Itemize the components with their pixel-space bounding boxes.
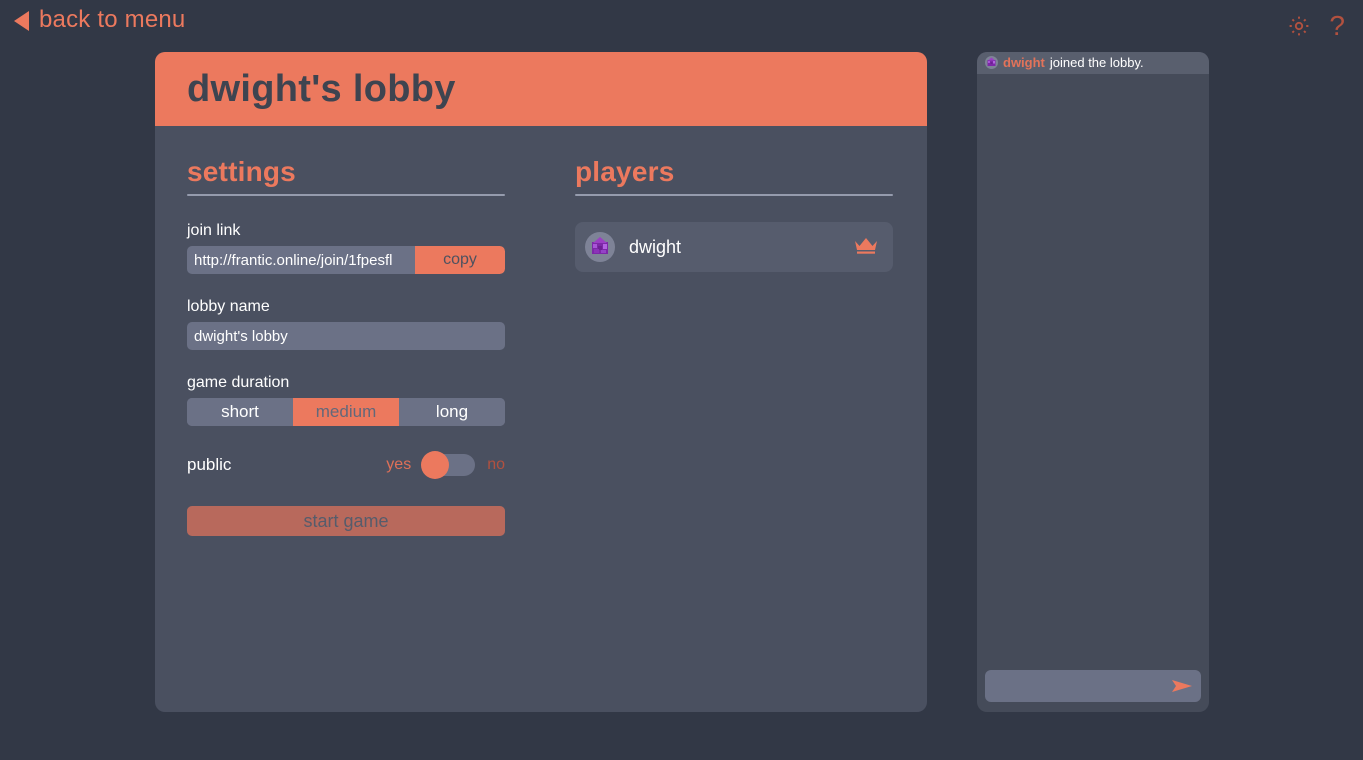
page-title: dwight's lobby [187,67,456,110]
players-divider [575,194,893,196]
back-to-menu-button[interactable]: back to menu [14,6,185,34]
chat-input[interactable] [993,678,1171,694]
chat-avatar [985,56,998,69]
top-bar: back to menu ? [0,0,1363,48]
lobby-card: dwight's lobby settings join link copy l… [155,52,927,712]
lobby-name-label: lobby name [187,298,270,315]
game-duration-field: game duration short medium long [187,374,505,426]
lobby-name-field: lobby name [187,298,505,350]
purple-crystal-avatar-icon [987,57,996,66]
lobby-body: settings join link copy lobby name game … [155,126,927,536]
public-toggle-row: public yes no [187,450,505,480]
chat-message: dwight joined the lobby. [977,52,1209,74]
top-bar-icons: ? [1287,12,1345,40]
join-link-label: join link [187,222,241,239]
join-link-row: copy [187,246,505,274]
game-duration-segmented-control: short medium long [187,398,505,426]
join-link-input[interactable] [187,246,415,274]
lobby-name-input[interactable] [187,322,505,350]
gear-icon[interactable] [1287,14,1311,38]
crown-icon [853,235,879,260]
help-icon-glyph: ? [1329,10,1345,41]
players-column: players dwight [575,156,893,536]
chat-panel: dwight joined the lobby. [977,52,1209,712]
player-name: dwight [629,236,682,257]
copy-button[interactable]: copy [415,246,505,274]
chat-message-text: joined the lobby. [1049,55,1144,70]
settings-column: settings join link copy lobby name game … [187,156,505,536]
duration-option-medium[interactable]: medium [293,398,399,426]
join-link-field: join link copy [187,222,505,274]
duration-option-long[interactable]: long [399,398,505,426]
public-label: public [187,455,232,474]
chat-message-list: dwight joined the lobby. [977,52,1209,670]
avatar [585,232,615,262]
chat-message-author: dwight [1003,55,1045,70]
settings-heading: settings [187,156,296,187]
left-triangle-icon [14,11,29,31]
purple-crystal-avatar-icon [592,237,608,254]
back-to-menu-label: back to menu [39,6,186,33]
list-item[interactable]: dwight [575,222,893,272]
players-heading: players [575,156,675,187]
duration-option-short[interactable]: short [187,398,293,426]
public-yes-label: yes [386,456,412,473]
game-duration-label: game duration [187,374,290,391]
start-game-button[interactable]: start game [187,506,505,536]
settings-divider [187,194,505,196]
chat-input-row [985,670,1201,702]
public-toggle[interactable] [421,451,476,479]
help-icon[interactable]: ? [1329,12,1345,40]
send-arrow-icon[interactable] [1171,678,1193,694]
public-no-label: no [487,456,505,473]
public-toggle-knob [421,451,450,479]
lobby-header: dwight's lobby [155,52,927,126]
